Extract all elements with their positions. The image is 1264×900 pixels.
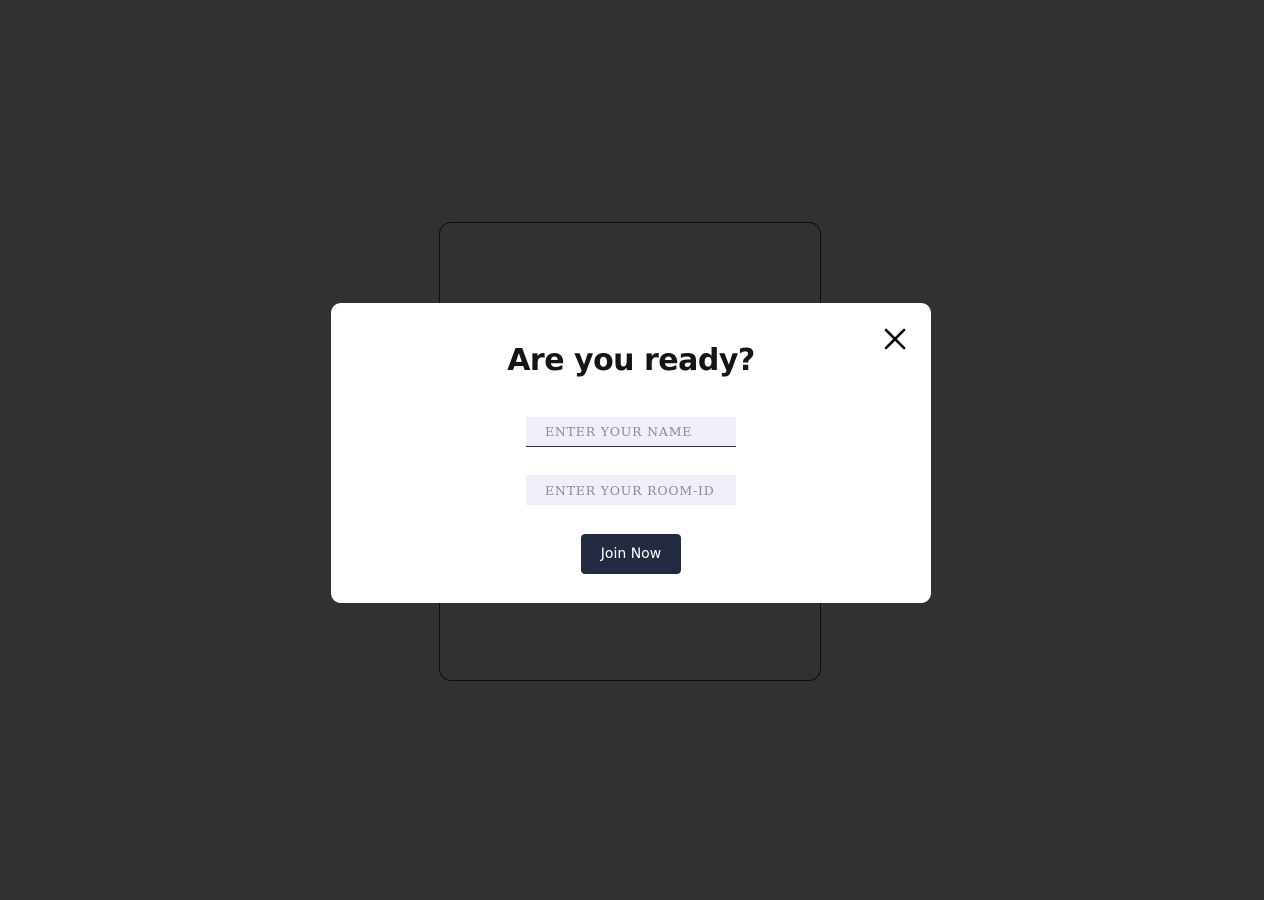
join-now-button[interactable]: Join Now [581,534,681,574]
name-input[interactable] [526,417,736,447]
join-room-modal: Are you ready? Join Now [331,303,931,603]
modal-title: Are you ready? [507,343,755,378]
room-id-input[interactable] [526,475,736,505]
